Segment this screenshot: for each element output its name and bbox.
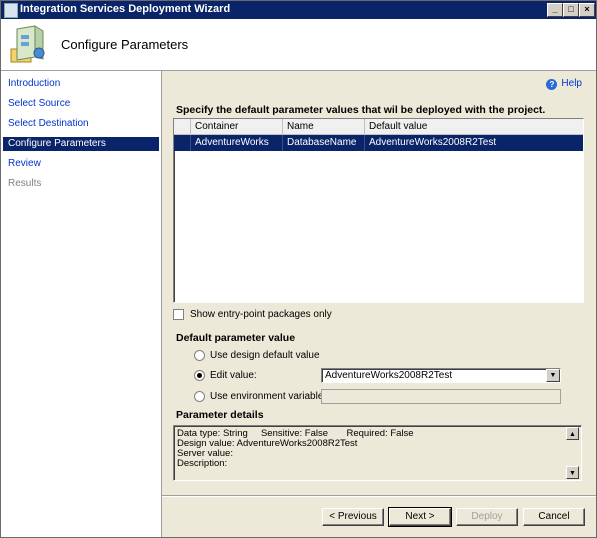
deployment-wizard-icon xyxy=(10,25,45,63)
use-design-default-radio[interactable] xyxy=(194,350,205,361)
parameter-details-box: Data type: String Sensitive: False Requi… xyxy=(173,425,582,481)
instruction-text: Specify the default parameter values tha… xyxy=(176,104,546,116)
main-panel: ? Help Specify the default parameter valu… xyxy=(162,71,596,537)
sidebar-item-results: Results xyxy=(8,178,42,189)
edit-value-radio[interactable] xyxy=(194,370,205,381)
edit-value-dropdown[interactable]: AdventureWorks2008R2Test ▼ xyxy=(321,368,561,383)
previous-button[interactable]: < Previous xyxy=(322,508,384,526)
column-header-default-value[interactable]: Default value xyxy=(365,119,583,134)
sidebar-item-select-source[interactable]: Select Source xyxy=(3,97,159,111)
column-header-container[interactable]: Container xyxy=(191,119,283,134)
vertical-scrollbar[interactable]: ▲ ▼ xyxy=(566,427,580,479)
next-button[interactable]: Next > xyxy=(388,507,452,527)
cell-default-value[interactable]: AdventureWorks2008R2Test xyxy=(365,135,583,151)
environment-variable-field xyxy=(321,389,561,404)
sidebar-item-select-destination[interactable]: Select Destination xyxy=(3,117,159,131)
use-environment-variable-radio[interactable] xyxy=(194,391,205,402)
close-button[interactable]: × xyxy=(579,3,595,17)
chevron-down-icon[interactable]: ▼ xyxy=(546,369,560,382)
window-title: Integration Services Deployment Wizard xyxy=(20,3,231,15)
grid-header: Container Name Default value xyxy=(174,119,583,135)
details-line-description: Description: xyxy=(177,458,228,469)
sidebar-item-review[interactable]: Review xyxy=(3,157,159,171)
wizard-steps-sidebar: Introduction Select Source Select Destin… xyxy=(1,71,162,537)
sidebar-item-introduction[interactable]: Introduction xyxy=(3,77,159,91)
help-icon: ? xyxy=(546,79,558,90)
scroll-down-icon[interactable]: ▼ xyxy=(566,466,579,479)
use-design-default-label[interactable]: Use design default value xyxy=(210,350,320,361)
help-link[interactable]: ? Help xyxy=(546,78,582,90)
grid-row-header-corner xyxy=(174,119,191,134)
wizard-window: Integration Services Deployment Wizard _… xyxy=(0,0,597,538)
sidebar-item-configure-parameters[interactable]: Configure Parameters xyxy=(3,137,159,151)
deploy-button: Deploy xyxy=(456,508,518,526)
scroll-up-icon[interactable]: ▲ xyxy=(566,427,579,440)
cell-container[interactable]: AdventureWorks xyxy=(191,135,283,151)
app-icon xyxy=(4,3,18,18)
cell-name[interactable]: DatabaseName xyxy=(283,135,365,151)
row-header xyxy=(174,135,191,151)
button-separator xyxy=(162,495,596,496)
parameter-details-heading: Parameter details xyxy=(176,409,264,421)
show-entry-point-checkbox[interactable] xyxy=(173,309,184,320)
edit-value-label[interactable]: Edit value: xyxy=(210,370,257,381)
cancel-button[interactable]: Cancel xyxy=(523,508,585,526)
show-entry-point-label[interactable]: Show entry-point packages only xyxy=(190,309,332,320)
column-header-name[interactable]: Name xyxy=(283,119,365,134)
parameters-grid[interactable]: Container Name Default value AdventureWo… xyxy=(173,118,584,303)
maximize-button[interactable]: □ xyxy=(563,3,579,17)
wizard-header: Configure Parameters xyxy=(1,19,596,71)
help-label: Help xyxy=(561,78,582,89)
table-row[interactable]: AdventureWorks DatabaseName AdventureWor… xyxy=(174,135,583,151)
page-title: Configure Parameters xyxy=(61,37,189,52)
edit-value-text: AdventureWorks2008R2Test xyxy=(325,370,453,381)
default-parameter-value-heading: Default parameter value xyxy=(176,332,296,344)
use-environment-variable-label[interactable]: Use environment variable: xyxy=(210,391,326,402)
title-bar[interactable]: Integration Services Deployment Wizard _… xyxy=(1,1,596,19)
minimize-button[interactable]: _ xyxy=(547,3,563,17)
